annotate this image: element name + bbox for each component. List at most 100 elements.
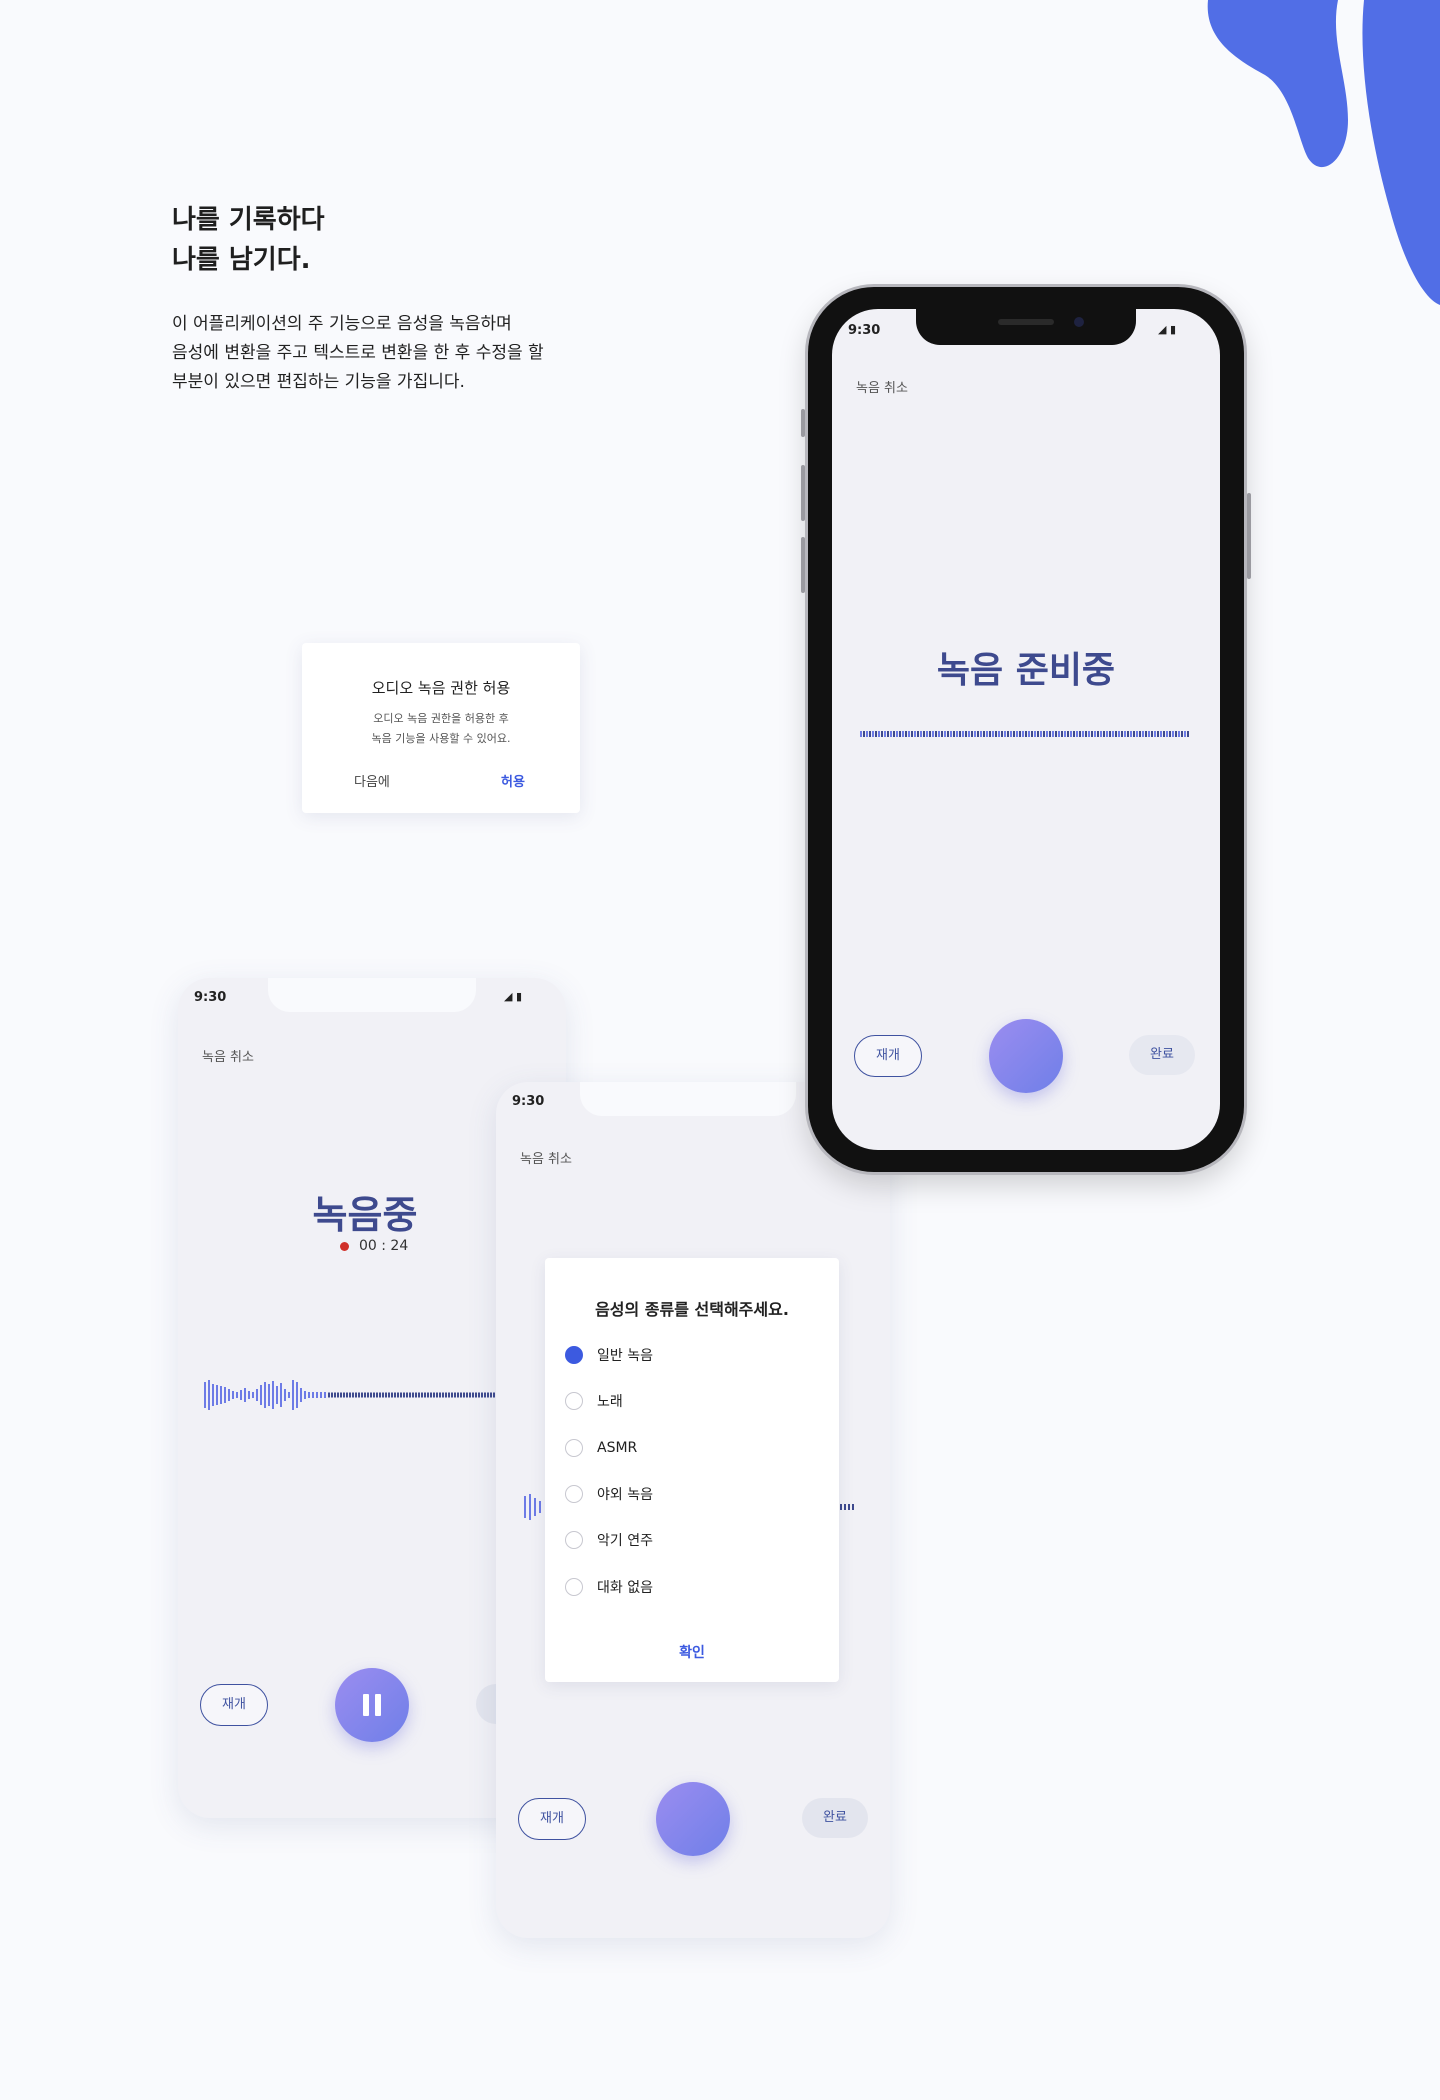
waveform-bar xyxy=(992,731,994,737)
waveform-bar xyxy=(884,731,886,737)
background-waveform-right xyxy=(840,1504,854,1510)
waveform-bar xyxy=(361,1392,363,1398)
waveform-bar xyxy=(1052,731,1054,737)
intro-text: 이 어플리케이션의 주 기능으로 음성을 녹음하며 음성에 변환을 주고 텍스트… xyxy=(172,310,592,397)
ready-title: 녹음 준비중 xyxy=(936,650,1116,691)
option-general-recording[interactable]: 일반 녹음 xyxy=(565,1343,653,1367)
waveform-bar xyxy=(878,731,880,737)
waveform-bar xyxy=(1157,731,1159,737)
resume-button[interactable]: 재개 xyxy=(854,1035,922,1077)
waveform-bar xyxy=(1124,731,1126,737)
waveform-bar xyxy=(899,731,901,737)
radio-icon[interactable] xyxy=(565,1485,583,1503)
waveform-bar xyxy=(1064,731,1066,737)
waveform-bar xyxy=(1097,731,1099,737)
waveform-bar xyxy=(953,731,955,737)
option-label: 대화 없음 xyxy=(597,1580,653,1596)
record-button[interactable] xyxy=(656,1782,730,1856)
done-button[interactable]: 완료 xyxy=(1129,1035,1195,1075)
waveform-bar xyxy=(905,731,907,737)
cancel-recording-link[interactable]: 녹음 취소 xyxy=(856,377,908,396)
radio-selected-icon[interactable] xyxy=(565,1346,583,1364)
waveform-bar xyxy=(406,1392,408,1398)
waveform-bar xyxy=(343,1392,345,1398)
waveform-bar xyxy=(893,731,895,737)
radio-icon[interactable] xyxy=(565,1392,583,1410)
waveform-bar xyxy=(252,1392,254,1398)
waveform-bar xyxy=(388,1392,390,1398)
radio-icon[interactable] xyxy=(565,1578,583,1596)
waveform-bar xyxy=(244,1388,246,1402)
waveform-bar xyxy=(1103,731,1105,737)
waveform-bar xyxy=(1094,731,1096,737)
waveform-bar xyxy=(1001,731,1003,737)
option-asmr[interactable]: ASMR xyxy=(565,1436,637,1460)
waveform-bar xyxy=(1058,731,1060,737)
waveform-bar xyxy=(1067,731,1069,737)
waveform-bar xyxy=(430,1392,432,1398)
waveform-bar xyxy=(1070,731,1072,737)
waveform-bar xyxy=(454,1392,456,1398)
timer-value: 00 : 24 xyxy=(359,1238,409,1254)
waveform-bar xyxy=(995,731,997,737)
cancel-recording-link[interactable]: 녹음 취소 xyxy=(202,1046,254,1065)
waveform-bar xyxy=(220,1386,222,1404)
waveform-bar xyxy=(212,1384,214,1406)
option-song[interactable]: 노래 xyxy=(565,1389,623,1413)
waveform-bar xyxy=(1115,731,1117,737)
waveform-bar xyxy=(1112,731,1114,737)
option-outdoor-recording[interactable]: 야외 녹음 xyxy=(565,1482,653,1506)
waveform-bar xyxy=(487,1392,489,1398)
record-button[interactable] xyxy=(989,1019,1063,1093)
option-label: 야외 녹음 xyxy=(597,1487,653,1503)
volume-down-button xyxy=(801,537,805,593)
waveform-bar xyxy=(400,1392,402,1398)
waveform-bar xyxy=(944,731,946,737)
allow-button[interactable]: 허용 xyxy=(501,771,525,790)
waveform-bar xyxy=(959,731,961,737)
waveform-bar xyxy=(475,1392,477,1398)
notch xyxy=(268,978,476,1012)
waveform-bar xyxy=(324,1392,326,1398)
resume-button[interactable]: 재개 xyxy=(518,1798,586,1840)
waveform-bar xyxy=(484,1392,486,1398)
waveform-bar xyxy=(1118,731,1120,737)
waveform-bar xyxy=(941,731,943,737)
waveform-bar xyxy=(382,1392,384,1398)
waveform-bar xyxy=(418,1392,420,1398)
waveform-bar xyxy=(472,1392,474,1398)
waveform-bar xyxy=(403,1392,405,1398)
option-instrument[interactable]: 악기 연주 xyxy=(565,1528,653,1552)
headline: 나를 기록하다 나를 남기다. xyxy=(172,200,325,280)
waveform-bar xyxy=(1109,731,1111,737)
waveform-bar xyxy=(1004,731,1006,737)
waveform-bar xyxy=(1187,731,1189,737)
intro-line-1: 이 어플리케이션의 주 기능으로 음성을 녹음하며 xyxy=(172,314,512,334)
done-button[interactable]: 완료 xyxy=(802,1798,868,1838)
waveform-bar xyxy=(1034,731,1036,737)
ready-screen: 9:30 ◢ ▮ 녹음 취소 녹음 준비중 재개 완료 xyxy=(832,309,1220,1150)
waveform-bar xyxy=(1184,731,1186,737)
waveform-bar xyxy=(216,1385,218,1405)
waveform-bar xyxy=(346,1392,348,1398)
waveform-bar xyxy=(292,1380,294,1410)
waveform-bar xyxy=(424,1392,426,1398)
waveform-bar xyxy=(977,731,979,737)
later-button[interactable]: 다음에 xyxy=(354,771,390,790)
waveform-bar xyxy=(304,1391,306,1399)
confirm-button[interactable]: 확인 xyxy=(545,1642,839,1662)
pause-button[interactable] xyxy=(335,1668,409,1742)
radio-icon[interactable] xyxy=(565,1439,583,1457)
cancel-recording-link[interactable]: 녹음 취소 xyxy=(520,1148,572,1167)
radio-icon[interactable] xyxy=(565,1531,583,1549)
waveform-bar xyxy=(1169,731,1171,737)
waveform-bar xyxy=(288,1392,290,1398)
option-no-dialogue[interactable]: 대화 없음 xyxy=(565,1575,653,1599)
waveform-bar xyxy=(232,1391,234,1399)
option-label: ASMR xyxy=(597,1440,638,1456)
waveform-bar xyxy=(980,731,982,737)
waveform-bar xyxy=(280,1383,282,1407)
waveform-bar xyxy=(439,1392,441,1398)
waveform-bar xyxy=(887,731,889,737)
resume-button[interactable]: 재개 xyxy=(200,1684,268,1726)
